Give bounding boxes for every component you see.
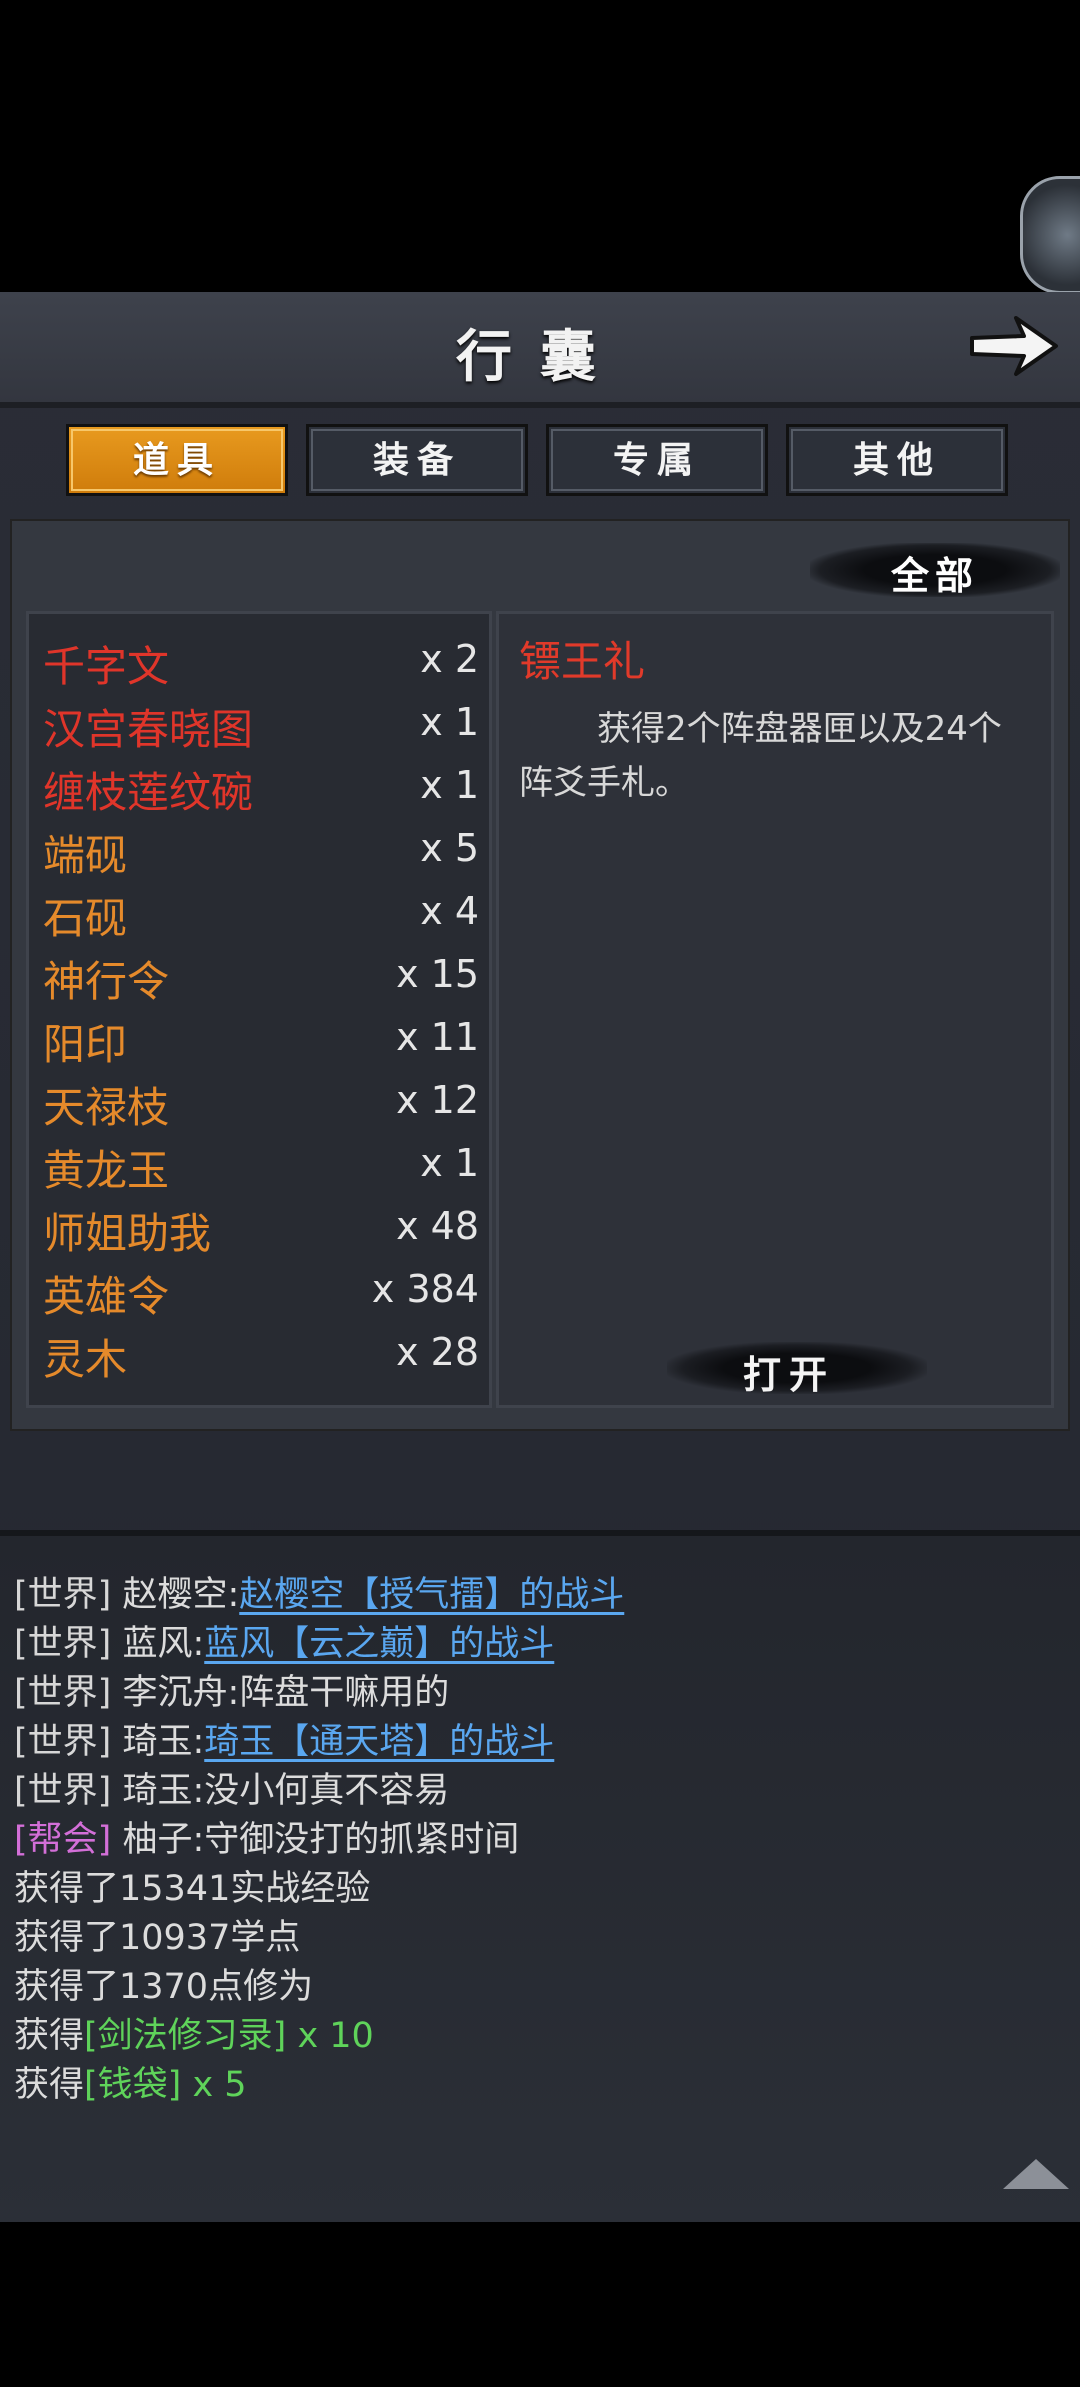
item-name: 英雄令 [43,1272,170,1321]
detail-description: 获得2个阵盘器匣以及24个阵爻手札。 [519,709,1002,803]
list-item[interactable]: 英雄令 x 384 [43,1259,483,1321]
item-detail-panel: 镖王礼 获得2个阵盘器匣以及24个阵爻手札。 打开 [496,611,1054,1408]
item-count: x 384 [371,1267,479,1311]
chat-message: [帮会] 柚子:守御没打的抓紧时间 [14,1811,519,1862]
filter-label: 全部 [890,553,979,598]
list-item[interactable]: 端砚 x 5 [43,818,483,880]
item-name: 缠枝莲纹碗 [43,768,254,817]
chat-speaker[interactable]: 柚子: [122,1820,204,1860]
chat-text: 阵盘干嘛用的 [239,1673,450,1713]
item-count-cutoff: ▬▬ [407,1393,479,1405]
item-name: 天禄枝 [43,1083,170,1132]
item-count: x 1 [420,1141,479,1185]
chat-speaker[interactable]: 蓝风: [122,1624,204,1664]
chat-text: 守御没打的抓紧时间 [204,1820,520,1860]
list-item[interactable]: 阳印 x 11 [43,1007,483,1069]
reward-item: [钱袋] x 5 [84,2065,247,2105]
tab-items[interactable]: 道具 [66,424,288,496]
chat-text: 没小何真不容易 [204,1771,450,1811]
open-button-label: 打开 [742,1352,835,1397]
reward-prefix: 获得 [14,2065,85,2105]
list-item-partial[interactable]: ▬▬ ▬▬ [43,1385,483,1405]
channel-tag: [世界] [14,1575,112,1615]
chat-speaker[interactable]: 琦玉: [122,1722,204,1762]
item-count: x 48 [396,1204,479,1248]
player-avatar[interactable] [1020,176,1080,294]
item-count: x 4 [420,889,479,933]
reward-message: 获得[剑法修习录] x 10 [14,2007,374,2058]
channel-tag: [世界] [14,1624,112,1664]
chat-message: [世界] 赵樱空:赵樱空【授气擂】的战斗 [14,1566,624,1617]
chat-speaker[interactable]: 琦玉: [122,1771,204,1811]
tab-equipment[interactable]: 装备 [306,424,528,496]
item-count: x 5 [420,826,479,870]
list-item[interactable]: 师姐助我 x 48 [43,1196,483,1258]
chat-log[interactable]: [世界] 赵樱空:赵樱空【授气擂】的战斗 [世界] 蓝风:蓝风【云之巅】的战斗 … [0,1530,1080,2222]
tab-other[interactable]: 其他 [786,424,1008,496]
reward-message: 获得[钱袋] x 5 [14,2056,247,2107]
item-count: x 1 [420,763,479,807]
item-name: 神行令 [43,957,170,1006]
chat-message: [世界] 琦玉:琦玉【通天塔】的战斗 [14,1713,554,1764]
item-name: 灵木 [43,1335,128,1384]
list-item[interactable]: 汉宫春晓图 x 1 [43,692,483,754]
list-item[interactable]: 天禄枝 x 12 [43,1070,483,1132]
arrow-right-icon[interactable] [966,306,1062,386]
triangle-up-icon[interactable] [1003,2155,1069,2191]
channel-tag: [世界] [14,1771,112,1811]
item-name: 阳印 [43,1020,128,1069]
item-count: x 1 [420,700,479,744]
channel-tag: [世界] [14,1673,112,1713]
channel-tag: [帮会] [14,1820,112,1860]
chat-speaker[interactable]: 李沉舟: [122,1673,239,1713]
chat-message: [世界] 琦玉:没小何真不容易 [14,1762,449,1813]
battle-link[interactable]: 琦玉【通天塔】的战斗 [204,1722,554,1762]
item-count: x 12 [396,1078,479,1122]
battle-link[interactable]: 赵樱空【授气擂】的战斗 [239,1575,624,1615]
system-message: 获得了15341实战经验 [14,1869,371,1909]
list-item[interactable]: 灵木 x 28 [43,1322,483,1384]
list-item[interactable]: 神行令 x 15 [43,944,483,1006]
item-name-cutoff: ▬▬ [43,1389,122,1405]
system-message: 获得了10937学点 [14,1918,301,1958]
item-count: x 2 [420,637,479,681]
page-title: 行囊 [456,324,624,390]
item-name: 黄龙玉 [43,1146,170,1195]
open-button[interactable]: 打开 [667,1334,927,1402]
detail-title: 镖王礼 [519,637,646,686]
item-count: x 11 [396,1015,479,1059]
item-name: 千字文 [43,642,170,691]
chat-speaker[interactable]: 赵樱空: [122,1575,239,1615]
tab-exclusive[interactable]: 专属 [546,424,768,496]
item-list[interactable]: 千字文 x 2 汉宫春晓图 x 1 缠枝莲纹碗 x 1 端砚 x 5 石砚 x … [26,611,492,1408]
system-message: 获得了1370点修为 [14,1967,314,2007]
item-count: x 15 [396,952,479,996]
item-name: 师姐助我 [43,1209,212,1258]
page-header: 行囊 [0,292,1080,408]
category-tabs: 道具 装备 专属 其他 [66,424,1014,500]
battle-link[interactable]: 蓝风【云之巅】的战斗 [204,1624,554,1664]
item-name: 石砚 [43,894,128,943]
list-item[interactable]: 千字文 x 2 [43,629,483,691]
chat-message: [世界] 蓝风:蓝风【云之巅】的战斗 [14,1615,554,1666]
item-name: 汉宫春晓图 [43,705,254,754]
chat-message: [世界] 李沉舟:阵盘干嘛用的 [14,1664,449,1715]
reward-prefix: 获得 [14,2016,85,2056]
list-item[interactable]: 石砚 x 4 [43,881,483,943]
reward-item: [剑法修习录] x 10 [84,2016,374,2056]
channel-tag: [世界] [14,1722,112,1762]
list-item[interactable]: 缠枝莲纹碗 x 1 [43,755,483,817]
list-item[interactable]: 黄龙玉 x 1 [43,1133,483,1195]
item-count: x 28 [396,1330,479,1374]
item-name: 端砚 [43,831,128,880]
filter-all-button[interactable]: 全部 [810,533,1070,607]
